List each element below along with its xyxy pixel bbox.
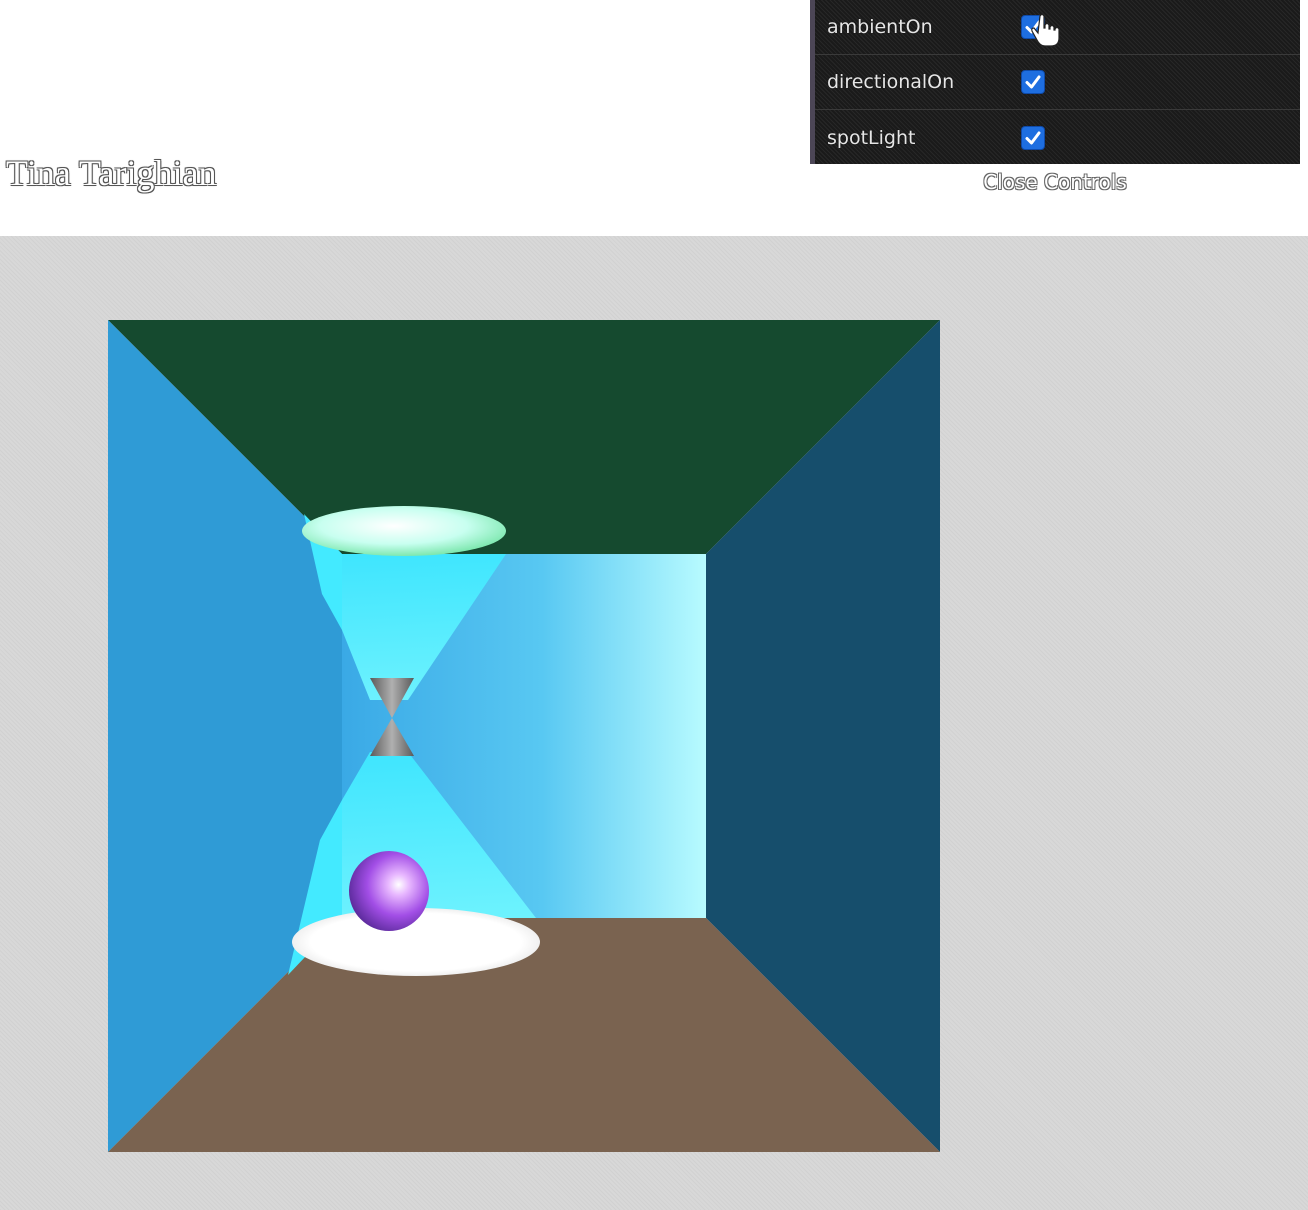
sphere — [349, 851, 429, 931]
close-controls-button[interactable]: Close Controls — [810, 164, 1300, 202]
control-row-spotlight[interactable]: spotLight — [815, 110, 1300, 165]
control-row-directional[interactable]: directionalOn — [815, 55, 1300, 110]
control-label-ambient: ambientOn — [827, 16, 933, 38]
spotlight-checkbox[interactable] — [1021, 125, 1045, 150]
checkmark-icon — [1025, 131, 1041, 144]
author-name: Tina Tarighian — [6, 153, 217, 193]
hand-cursor-icon — [1031, 13, 1060, 47]
3d-room-scene[interactable] — [108, 320, 940, 1152]
control-label-directional: directionalOn — [827, 71, 955, 93]
directional-checkbox[interactable] — [1021, 70, 1045, 94]
control-label-spotlight: spotLight — [827, 126, 916, 149]
ceiling-light-spot — [302, 506, 506, 556]
checkmark-icon — [1025, 75, 1041, 89]
render-canvas-area[interactable] — [0, 236, 1308, 1210]
